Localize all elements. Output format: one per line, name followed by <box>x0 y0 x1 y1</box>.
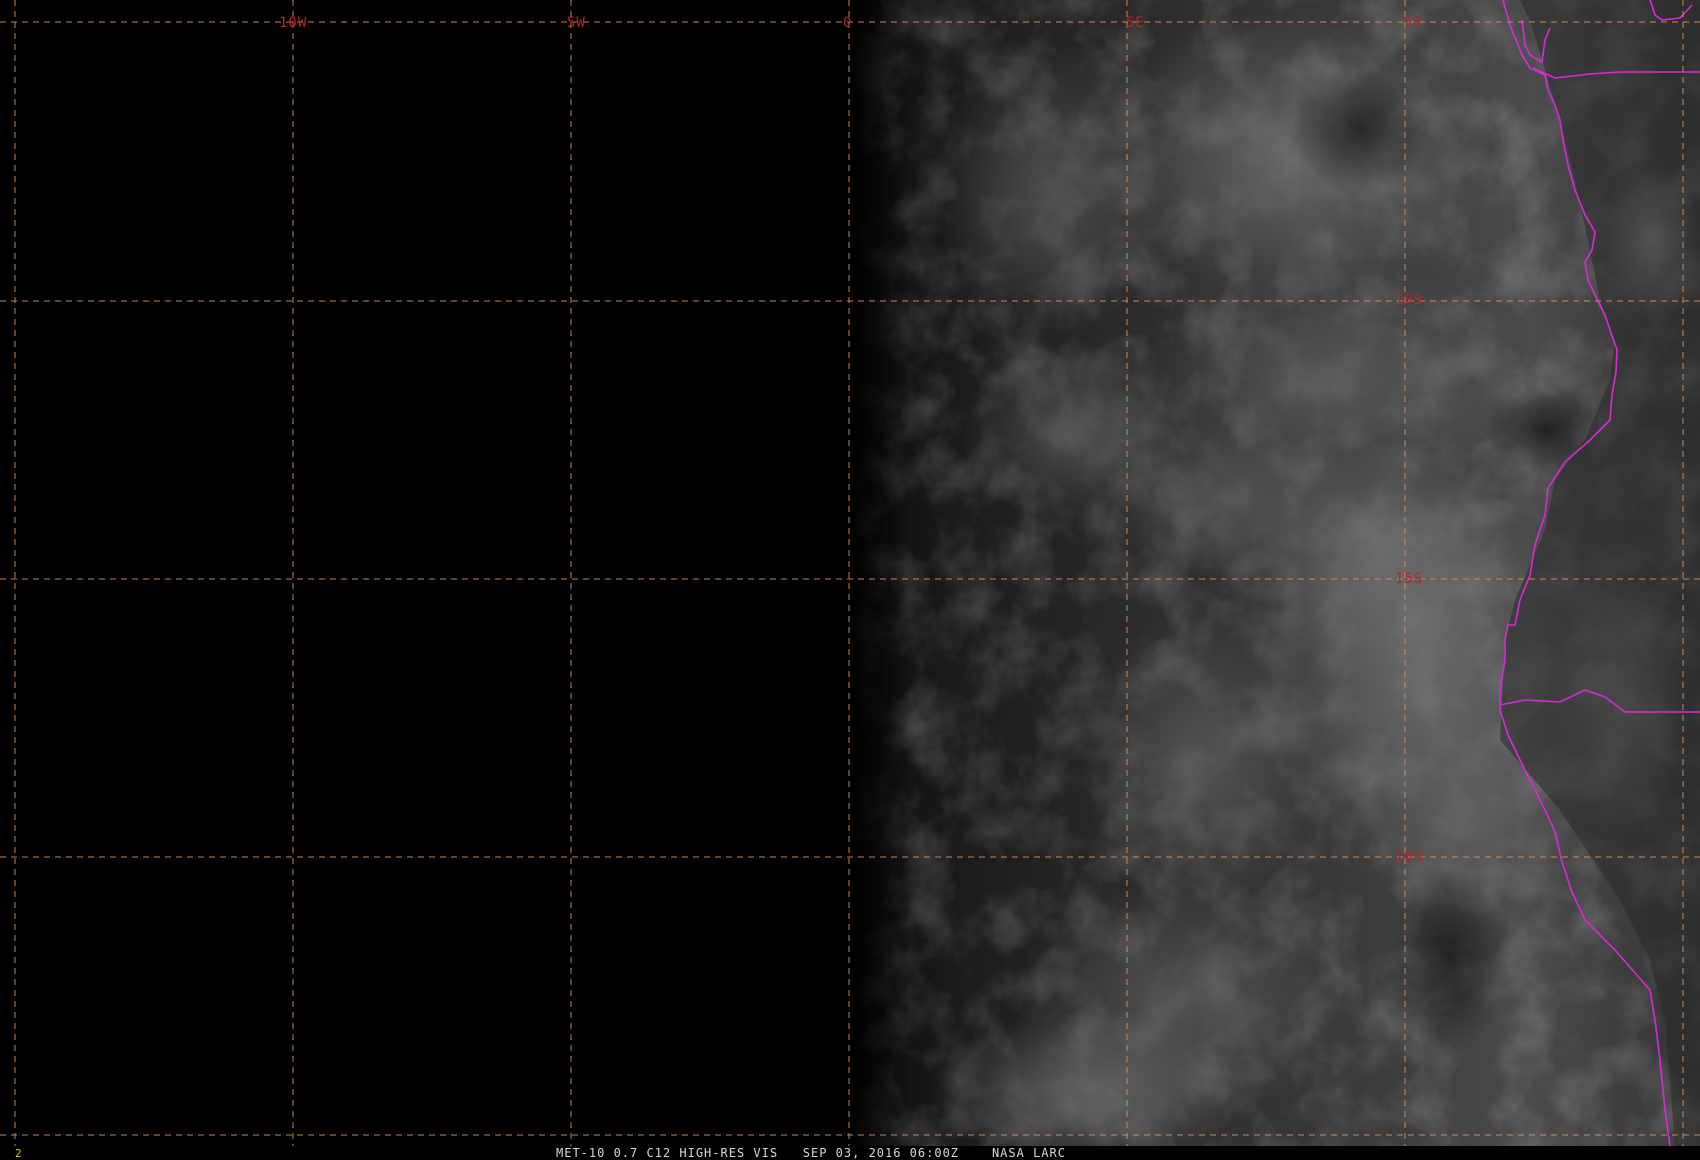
lon-label-10w: 10W <box>279 15 307 31</box>
lat-label-20s: 20S <box>1395 849 1423 865</box>
lat-label-15s: 15S <box>1395 571 1423 587</box>
lat-label-10s: 10S <box>1395 292 1423 308</box>
status-bar: 2 MET-10 0.7 C12 HIGH-RES VIS SEP 03, 20… <box>0 1146 1700 1160</box>
frame-number: 2 <box>15 1147 23 1160</box>
lon-label-0: 0 <box>843 15 852 31</box>
image-datetime: SEP 03, 2016 06:00Z <box>802 1146 960 1160</box>
lat-label-5s: 5S <box>1404 15 1423 31</box>
product-name: MET-10 0.7 C12 HIGH-RES VIS <box>556 1146 779 1160</box>
lon-label-5w: 5W <box>567 15 586 31</box>
sunlit-region <box>850 0 1700 1146</box>
product-caption: MET-10 0.7 C12 HIGH-RES VIS SEP 03, 2016… <box>556 1146 1066 1160</box>
satellite-viewer: 10W 5W 0 5E 5S 10S 15S 20S 2 MET-10 0.7 … <box>0 0 1700 1160</box>
image-source: NASA LARC <box>991 1146 1066 1160</box>
lon-label-5e: 5E <box>1126 15 1145 31</box>
satellite-image: 10W 5W 0 5E 5S 10S 15S 20S <box>0 0 1700 1146</box>
satellite-map: 10W 5W 0 5E 5S 10S 15S 20S <box>0 0 1700 1146</box>
